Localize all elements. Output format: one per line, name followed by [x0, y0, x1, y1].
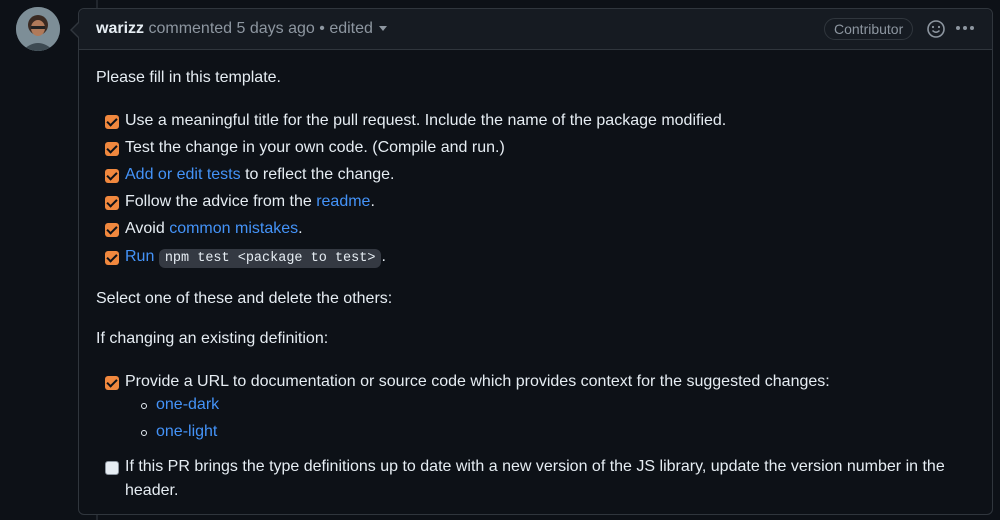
one-light-link[interactable]: one-light	[156, 423, 217, 441]
checkbox-checked[interactable]	[105, 251, 119, 265]
comment-header: warizz commented 5 days ago • edited Con…	[79, 9, 992, 50]
checklist-punct: .	[298, 220, 303, 237]
checkbox-checked[interactable]	[105, 376, 119, 390]
checklist-punct: .	[370, 193, 375, 210]
one-dark-link[interactable]: one-dark	[156, 396, 219, 414]
run-link[interactable]: Run	[125, 248, 154, 265]
comment-action: commented	[148, 20, 233, 37]
select-instruction: Select one of these and delete the other…	[96, 290, 393, 307]
checklist-text: Test the change in your own code. (Compi…	[125, 139, 505, 156]
author-link[interactable]: warizz	[96, 20, 144, 37]
kebab-icon[interactable]	[954, 18, 976, 38]
chevron-down-icon	[378, 26, 387, 32]
comment-meta: warizz commented 5 days ago • edited	[96, 20, 387, 38]
checkbox-checked[interactable]	[105, 115, 119, 129]
intro-text: Please fill in this template.	[96, 69, 281, 86]
circle-bullet-icon	[141, 403, 147, 409]
checklist-punct: .	[381, 248, 386, 265]
checkbox-checked[interactable]	[105, 142, 119, 156]
meta-separator: •	[319, 20, 325, 37]
checkbox-checked[interactable]	[105, 196, 119, 210]
checkbox-checked[interactable]	[105, 169, 119, 183]
checklist-text: Avoid	[125, 220, 170, 237]
avatar-image	[16, 7, 60, 51]
comment-time[interactable]: 5 days ago	[237, 20, 315, 37]
circle-bullet-icon	[141, 430, 147, 436]
edited-dropdown[interactable]: edited	[329, 20, 387, 37]
add-edit-tests-link[interactable]: Add or edit tests	[125, 166, 241, 183]
checklist-text: Use a meaningful title for the pull requ…	[125, 112, 727, 129]
edited-label: edited	[329, 20, 373, 37]
checklist-text: If this PR brings the type definitions u…	[125, 458, 945, 499]
changing-heading: If changing an existing definition:	[96, 330, 329, 347]
avatar[interactable]	[16, 7, 60, 51]
npm-test-code: npm test <package to test>	[158, 249, 382, 268]
checkbox-unchecked[interactable]	[105, 461, 119, 475]
checklist-text: to reflect the change.	[240, 166, 395, 183]
common-mistakes-link[interactable]: common mistakes	[169, 220, 298, 237]
checklist-text: Provide a URL to documentation or source…	[125, 373, 830, 390]
smiley-icon[interactable]	[926, 19, 946, 39]
checklist-text: Follow the advice from the	[125, 193, 317, 210]
checkbox-checked[interactable]	[105, 223, 119, 237]
contributor-badge: Contributor	[824, 18, 914, 40]
readme-link[interactable]: readme	[316, 193, 370, 210]
comment-box: warizz commented 5 days ago • edited Con…	[70, 8, 993, 515]
